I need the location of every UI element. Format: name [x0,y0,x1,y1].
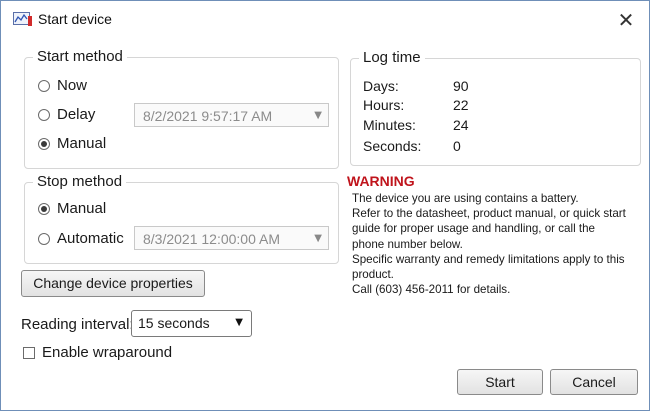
title-bar: Start device ✕ [1,1,649,39]
log-days-label: Days: [363,78,399,94]
stop-method-legend: Stop method [33,173,127,191]
window-title: Start device [38,11,112,27]
stop-manual-radio[interactable]: Manual [38,200,106,217]
radio-indicator [38,137,50,150]
warning-line: product. [352,268,394,282]
checkbox-indicator [23,346,35,359]
warning-line: Refer to the datasheet, product manual, … [352,207,626,221]
delay-datetime-picker[interactable]: 8/2/2021 9:57:17 AM ▼ [134,103,329,127]
warning-line: guide for proper usage and handling, or … [352,222,595,236]
close-icon[interactable]: ✕ [611,5,641,35]
start-delay-radio[interactable]: Delay [38,106,95,123]
log-time-legend: Log time [359,49,425,67]
start-device-dialog: Start device ✕ Start method Now Delay 8/… [0,0,650,411]
chevron-down-icon: ▼ [235,317,243,328]
enable-wraparound-label: Enable wraparound [42,344,173,361]
stop-manual-label: Manual [57,200,107,217]
automatic-datetime-value: 8/3/2021 12:00:00 AM [143,231,280,247]
reading-interval-value: 15 seconds [138,315,210,331]
start-method-legend: Start method [33,48,127,66]
radio-indicator [38,232,50,245]
start-delay-label: Delay [57,106,96,123]
start-manual-radio[interactable]: Manual [38,135,106,152]
log-hours-label: Hours: [363,97,405,113]
radio-indicator [38,79,50,92]
chevron-down-icon: ▼ [314,233,322,244]
warning-line: phone number below. [352,237,463,251]
warning-line: The device you are using contains a batt… [352,192,579,205]
stop-automatic-label: Automatic [57,230,124,247]
start-now-label: Now [57,77,88,94]
start-button[interactable]: Start [457,369,543,395]
chevron-down-icon: ▼ [314,110,322,121]
radio-indicator [38,202,50,215]
enable-wraparound-checkbox[interactable]: Enable wraparound [23,344,172,361]
chart-window-icon [13,11,33,27]
log-minutes-value: 24 [453,117,469,133]
automatic-datetime-picker[interactable]: 8/3/2021 12:00:00 AM ▼ [134,226,329,250]
start-manual-label: Manual [57,135,107,152]
warning-line: Specific warranty and remedy limitations… [352,252,625,266]
cancel-button[interactable]: Cancel [550,369,638,395]
log-days-value: 90 [453,78,469,94]
warning-text: The device you are using contains a batt… [352,191,647,297]
warning-title: WARNING [347,173,415,189]
start-now-radio[interactable]: Now [38,77,87,94]
radio-indicator [38,108,50,121]
log-seconds-value: 0 [453,138,461,154]
log-hours-value: 22 [453,97,469,113]
reading-interval-select[interactable]: 15 seconds ▼ [131,310,252,337]
stop-automatic-radio[interactable]: Automatic [38,230,124,247]
change-device-properties-button[interactable]: Change device properties [21,270,205,297]
reading-interval-label: Reading interval: [21,316,134,333]
warning-line: Call (603) 456-2011 for details. [352,283,511,297]
delay-datetime-value: 8/2/2021 9:57:17 AM [143,108,273,124]
stop-method-group: Stop method [24,173,339,264]
log-minutes-label: Minutes: [363,117,416,133]
log-seconds-label: Seconds: [363,138,422,154]
